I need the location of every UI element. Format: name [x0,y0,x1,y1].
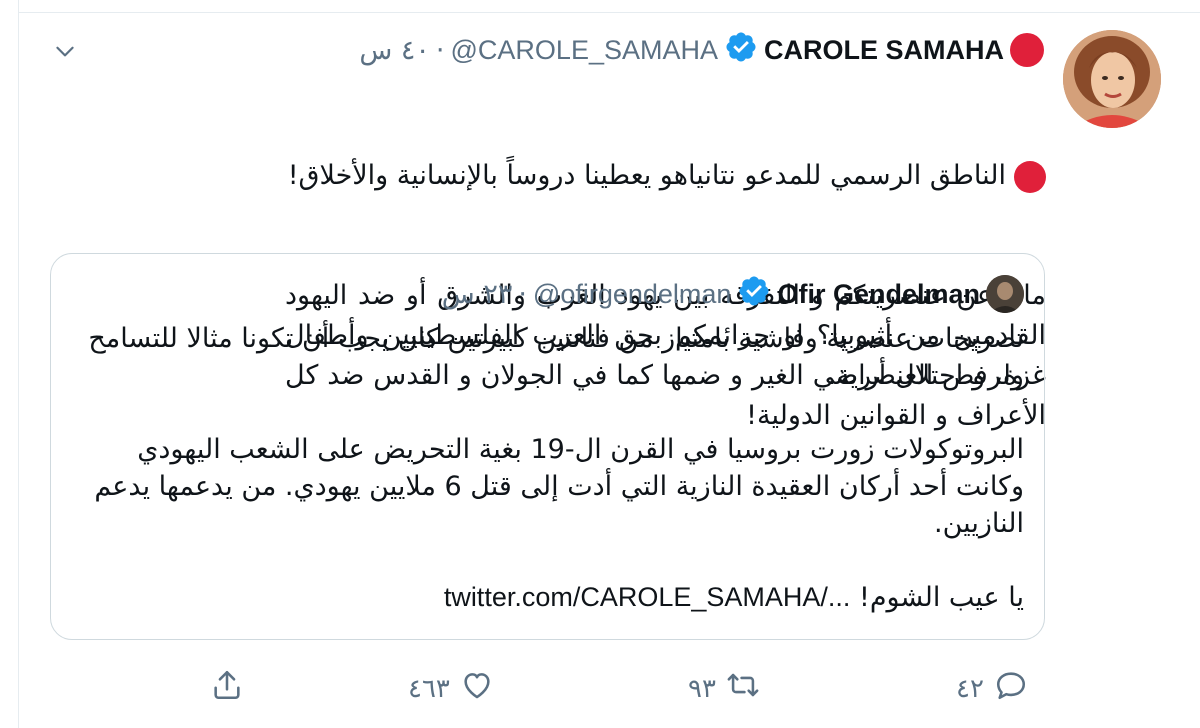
tweet-actions: ٤٦٣ ٩٣ ٤٢ [210,668,1050,714]
quoted-handle[interactable]: @ofirgendelman [533,279,732,310]
verified-badge-icon [724,30,758,71]
tweet-timestamp[interactable]: ٤٠ س [359,35,430,66]
tweet-top-border [18,12,1200,13]
share-icon [210,668,244,709]
heart-icon [460,668,494,709]
header-separator: · [435,34,445,66]
quoted-link[interactable]: twitter.com/CAROLE_SAMAHA/... [444,582,851,612]
like-button[interactable]: ٤٦٣ [408,668,494,709]
quoted-timestamp[interactable]: ٢٣ س [442,279,513,310]
reply-icon [994,668,1028,709]
reply-count: ٤٢ [956,673,984,704]
tweet-header: CAROLE SAMAHA @CAROLE_SAMAHA · ٤٠ س [359,30,1044,70]
quoted-tweet-header: Ofir Gendelman @ofirgendelman · ٢٣ س [442,274,1024,314]
quoted-para-2: البروتوكولات زورت بروسيا في القرن ال-19 … [85,434,1024,539]
quoted-tweet-text: تصريحات عنصرية وفاشية بامتياز من فنانتين… [71,320,1024,616]
quoted-display-name[interactable]: Ofir Gendelman [777,279,980,310]
like-count: ٤٦٣ [408,673,450,704]
chevron-down-icon[interactable] [52,38,78,64]
red-circle-emoji [1010,33,1044,67]
quoted-separator: · [518,278,527,310]
share-button[interactable] [210,668,244,709]
reply-button[interactable]: ٤٢ [956,668,1028,709]
retweet-count: ٩٣ [688,673,716,704]
avatar[interactable] [1063,30,1161,128]
quoted-para-1: تصريحات عنصرية وفاشية بامتياز من فنانتين… [79,323,1024,391]
red-circle-emoji [1014,160,1046,193]
retweet-button[interactable]: ٩٣ [688,668,760,709]
tweet-text-line1: الناطق الرسمي للمدعو نتانياهو يعطينا درو… [285,156,1046,196]
author-display-name[interactable]: CAROLE SAMAHA [764,35,1004,66]
author-handle[interactable]: @CAROLE_SAMAHA [451,35,718,66]
retweet-icon [726,668,760,709]
tweet-left-border [18,0,19,728]
quoted-tweet[interactable]: Ofir Gendelman @ofirgendelman · ٢٣ س تصر… [50,253,1045,640]
quoted-avatar[interactable] [986,275,1024,313]
verified-badge-icon [737,274,771,315]
quoted-para-3-text: يا عيب الشوم! [859,582,1024,613]
